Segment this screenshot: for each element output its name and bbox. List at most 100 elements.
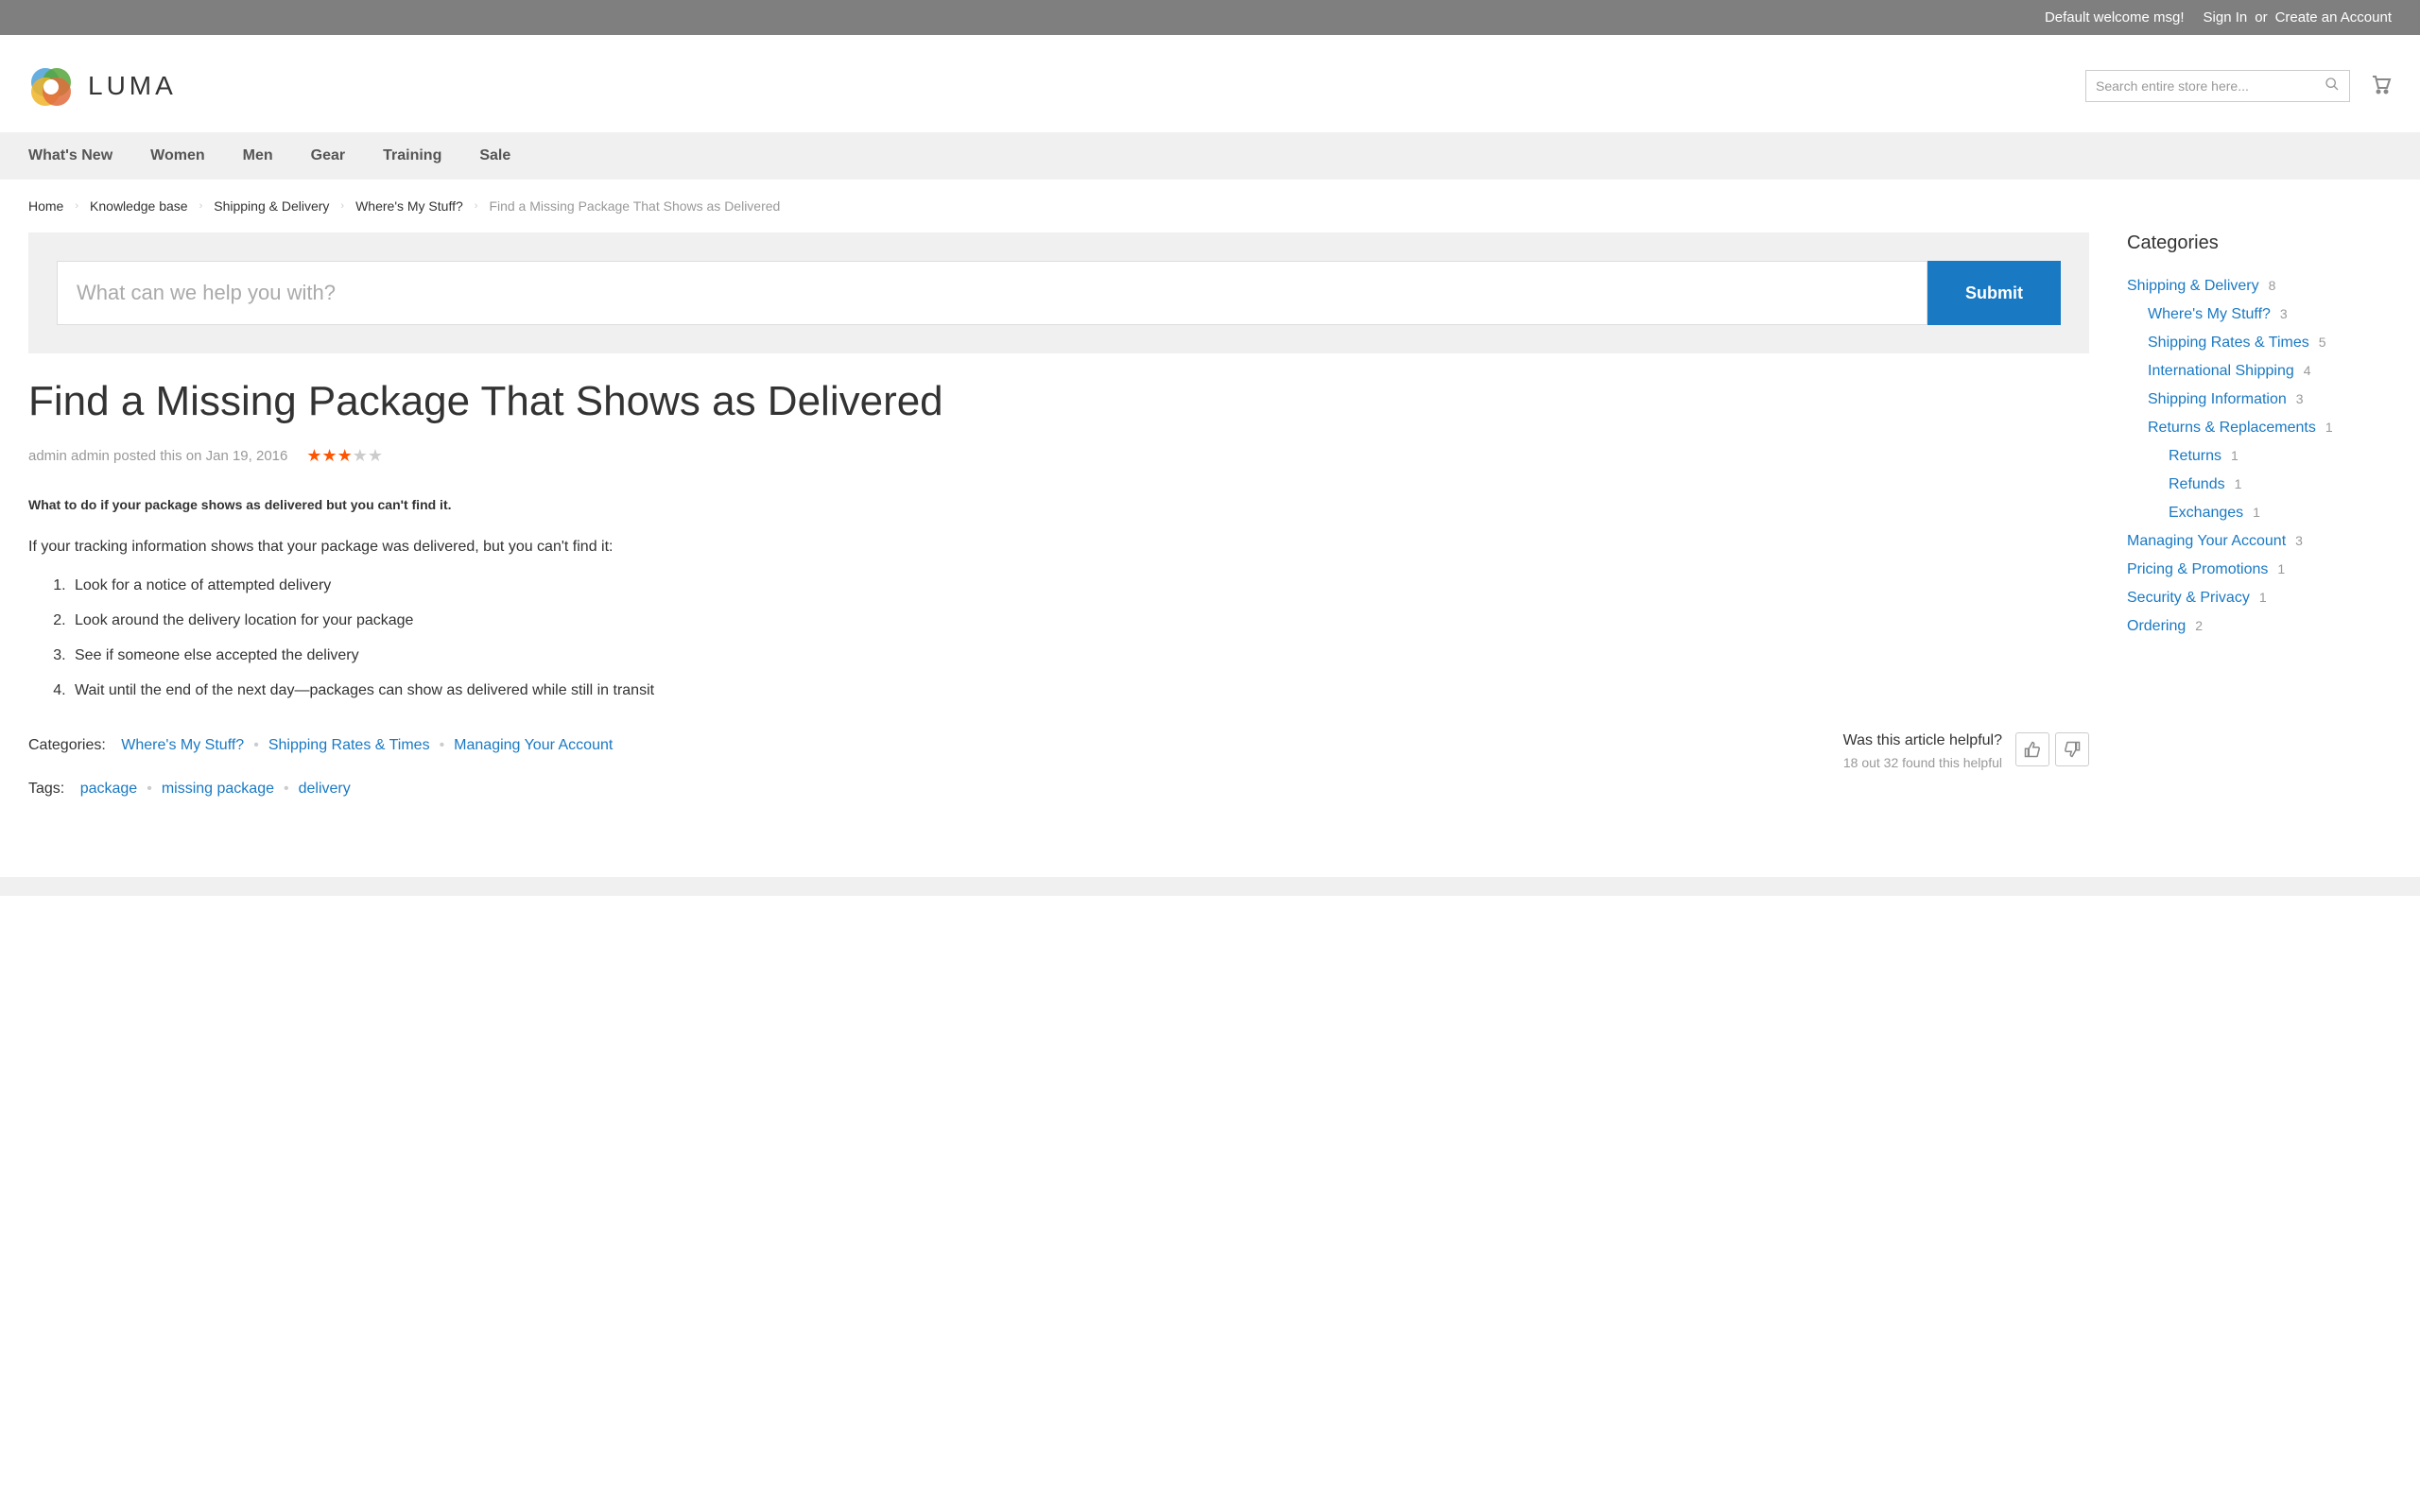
tag-link[interactable]: package — [80, 781, 138, 797]
logo-icon — [28, 63, 74, 109]
search-icon[interactable] — [2325, 77, 2340, 96]
breadcrumb-link[interactable]: Where's My Stuff? — [355, 198, 463, 214]
page-footer-bar — [0, 877, 2420, 896]
star-icon[interactable]: ★ — [353, 446, 368, 466]
nav-link[interactable]: Sale — [479, 147, 510, 163]
breadcrumb-link[interactable]: Shipping & Delivery — [214, 198, 329, 214]
breadcrumb-current: Find a Missing Package That Shows as Del… — [489, 198, 780, 214]
article-subtitle: What to do if your package shows as deli… — [28, 494, 2089, 517]
category-tree-item: International Shipping 4 — [2148, 363, 2392, 380]
nav-item[interactable]: Sale — [479, 132, 510, 180]
nav-item[interactable]: What's New — [28, 132, 112, 180]
category-count: 1 — [2235, 476, 2242, 491]
category-tree-link[interactable]: Where's My Stuff? — [2148, 306, 2271, 322]
nav-link[interactable]: What's New — [28, 147, 112, 163]
nav-item[interactable]: Gear — [311, 132, 345, 180]
star-icon[interactable]: ★ — [368, 446, 383, 466]
breadcrumb-link[interactable]: Home — [28, 198, 63, 214]
star-icon[interactable]: ★ — [322, 446, 337, 466]
logo-text: LUMA — [88, 71, 177, 101]
helpful-box: Was this article helpful? 18 out 32 foun… — [1843, 732, 2002, 770]
nav-item[interactable]: Men — [243, 132, 273, 180]
tag-link[interactable]: delivery — [299, 781, 351, 797]
category-tree-item: Shipping Rates & Times5 — [2148, 335, 2392, 352]
helpful-stats: 18 out 32 found this helpful — [1843, 755, 2002, 770]
category-link[interactable]: Managing Your Account — [454, 737, 613, 753]
star-icon[interactable]: ★ — [337, 446, 353, 466]
step-item: Look for a notice of attempted delivery — [70, 573, 2089, 598]
category-count: 2 — [2195, 618, 2203, 633]
category-count: 1 — [2259, 590, 2267, 605]
logo[interactable]: LUMA — [28, 63, 177, 109]
help-search-submit-button[interactable]: Submit — [1927, 261, 2061, 325]
category-count: 1 — [2253, 505, 2260, 520]
create-account-link[interactable]: Create an Account — [2275, 9, 2392, 26]
nav-link[interactable]: Gear — [311, 147, 345, 163]
category-tree-link[interactable]: Shipping Rates & Times — [2148, 335, 2309, 351]
category-count: 1 — [2231, 448, 2238, 463]
dot-separator: • — [253, 737, 259, 753]
dot-separator: • — [147, 781, 152, 797]
step-item: Look around the delivery location for yo… — [70, 608, 2089, 633]
nav-item[interactable]: Women — [150, 132, 204, 180]
category-link[interactable]: Shipping Rates & Times — [268, 737, 430, 753]
help-search-box: Submit — [28, 232, 2089, 353]
nav-item[interactable]: Training — [383, 132, 441, 180]
main-content: Submit Find a Missing Package That Shows… — [28, 232, 2089, 820]
category-tree-link[interactable]: Managing Your Account — [2127, 533, 2286, 549]
category-count: 1 — [2325, 420, 2333, 435]
article-body: What to do if your package shows as deli… — [28, 494, 2089, 704]
category-tree-link[interactable]: Returns — [2169, 448, 2221, 464]
category-tree-link[interactable]: Exchanges — [2169, 505, 2243, 521]
tags-label: Tags: — [28, 781, 64, 797]
category-tree-item: Managing Your Account 3 — [2127, 533, 2392, 550]
category-count: 8 — [2269, 278, 2276, 293]
star-icon[interactable]: ★ — [306, 446, 321, 466]
nav-link[interactable]: Women — [150, 147, 204, 163]
sign-in-link[interactable]: Sign In — [2204, 9, 2248, 26]
tag-link[interactable]: missing package — [162, 781, 274, 797]
header: LUMA — [0, 35, 2420, 132]
sidebar-title: Categories — [2127, 232, 2392, 254]
category-tree-link[interactable]: Pricing & Promotions — [2127, 561, 2268, 577]
category-link[interactable]: Where's My Stuff? — [121, 737, 244, 753]
thumbs-down-button[interactable] — [2055, 732, 2089, 766]
cart-icon[interactable] — [2369, 73, 2392, 100]
breadcrumb-link[interactable]: Knowledge base — [90, 198, 188, 214]
category-tree-link[interactable]: Shipping & Delivery — [2127, 278, 2259, 294]
nav-link[interactable]: Men — [243, 147, 273, 163]
category-tree-item: Where's My Stuff? 3 — [2148, 306, 2392, 323]
category-tree-item: Shipping & Delivery 8 Where's My Stuff? 3 Sh… — [2127, 278, 2392, 522]
category-count: 3 — [2296, 391, 2304, 406]
step-item: See if someone else accepted the deliver… — [70, 643, 2089, 668]
category-tree-link[interactable]: Ordering — [2127, 618, 2186, 634]
category-count: 3 — [2280, 306, 2288, 321]
rating-stars[interactable]: ★★★★★ — [306, 446, 383, 466]
category-tree-item: Exchanges 1 — [2169, 505, 2392, 522]
chevron-right-icon: › — [75, 200, 78, 212]
store-search[interactable] — [2085, 70, 2350, 102]
category-count: 3 — [2295, 533, 2303, 548]
category-tree-link[interactable]: International Shipping — [2148, 363, 2294, 379]
category-tree-link[interactable]: Returns & Replacements — [2148, 420, 2316, 436]
step-item: Wait until the end of the next day—packa… — [70, 678, 2089, 703]
category-tree-link[interactable]: Security & Privacy — [2127, 590, 2250, 606]
category-tree-item: Returns 1 — [2169, 448, 2392, 465]
category-count: 4 — [2304, 363, 2311, 378]
dot-separator: • — [284, 781, 289, 797]
chevron-right-icon: › — [340, 200, 344, 212]
article-intro: If your tracking information shows that … — [28, 534, 2089, 559]
categories-label: Categories: — [28, 737, 106, 753]
thumbs-up-button[interactable] — [2015, 732, 2049, 766]
store-search-input[interactable] — [2096, 78, 2325, 94]
help-search-input[interactable] — [57, 261, 1927, 325]
category-tree-link[interactable]: Refunds — [2169, 476, 2225, 492]
separator-or: or — [2255, 9, 2267, 26]
category-tree-link[interactable]: Shipping Information — [2148, 391, 2287, 407]
chevron-right-icon: › — [475, 200, 478, 212]
nav-link[interactable]: Training — [383, 147, 441, 163]
welcome-msg: Default welcome msg! — [2045, 9, 2185, 26]
sidebar: Categories Shipping & Delivery 8 Where's M… — [2127, 232, 2392, 820]
header-right — [2085, 70, 2392, 102]
category-tree-item: Ordering 2 — [2127, 618, 2392, 635]
